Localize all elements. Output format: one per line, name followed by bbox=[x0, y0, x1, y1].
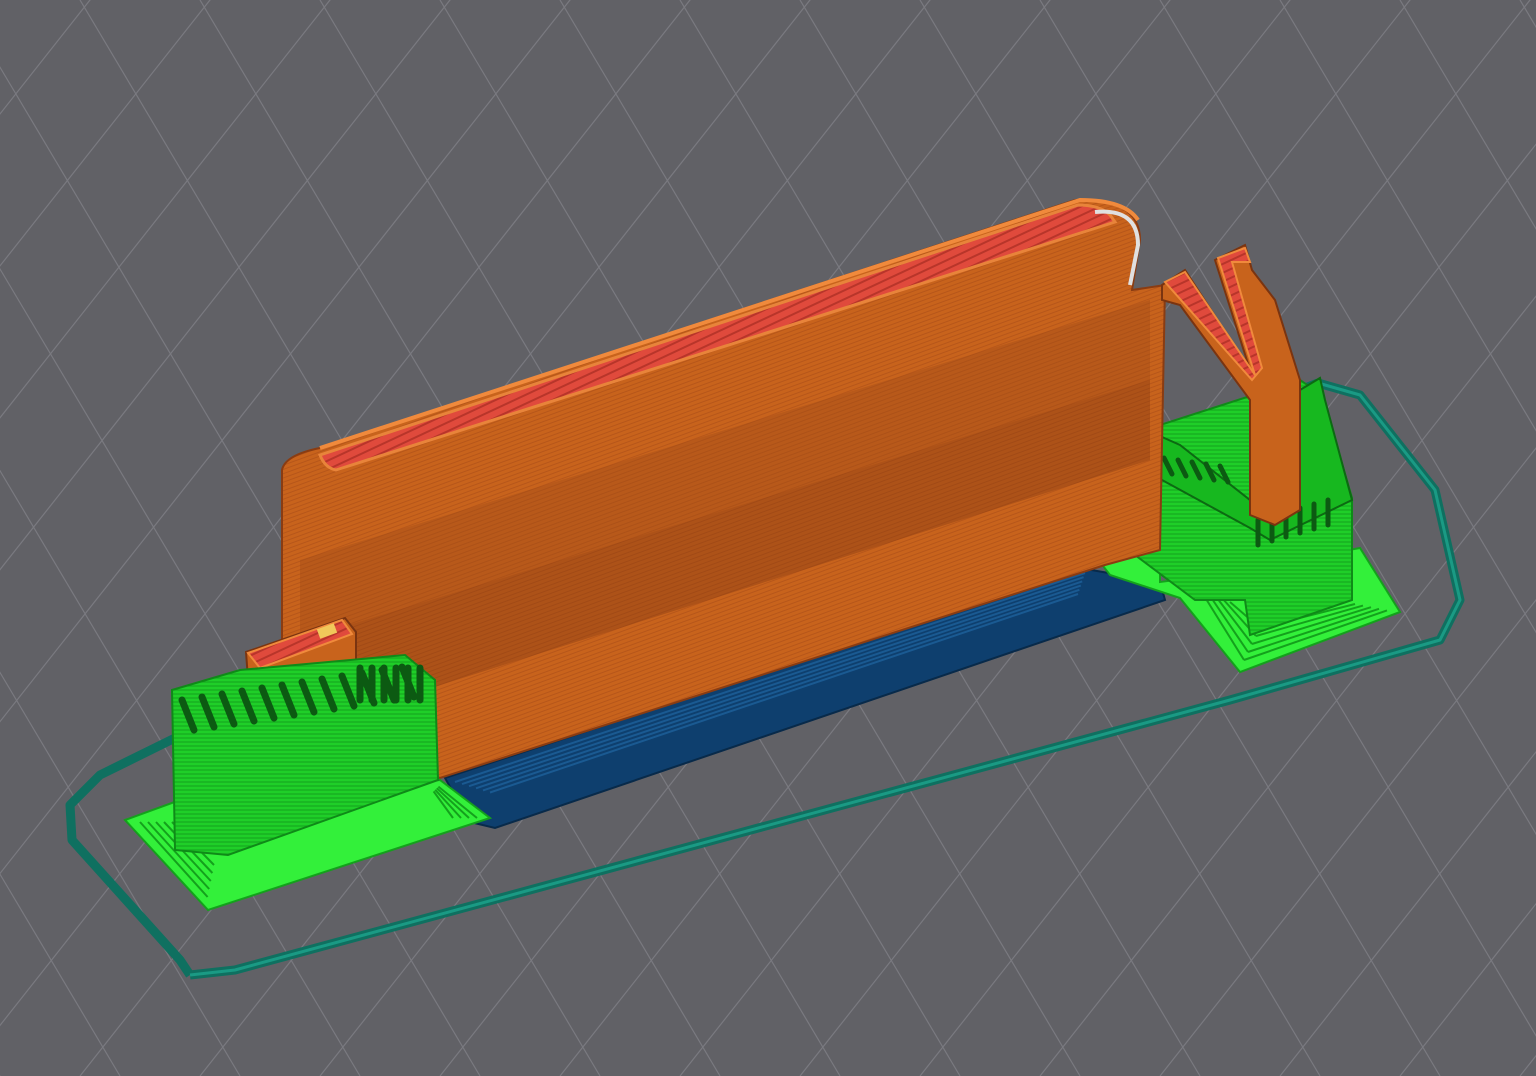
decor-line bbox=[1399, 0, 1536, 230]
decor-line bbox=[0, 671, 241, 1076]
decor-line bbox=[0, 873, 121, 1076]
decor-line bbox=[0, 0, 100, 1076]
decor-line bbox=[1399, 902, 1536, 1076]
decor-line bbox=[0, 0, 220, 1076]
3d-viewport[interactable] bbox=[0, 0, 1536, 1076]
gcode-preview-scene[interactable] bbox=[0, 0, 1536, 1076]
